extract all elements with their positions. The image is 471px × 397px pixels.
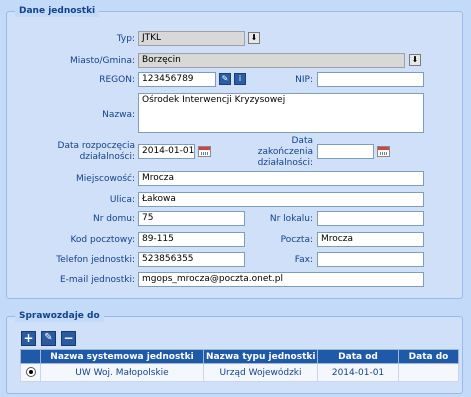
report-to-legend: Sprawozdaje do	[15, 310, 104, 322]
email-input[interactable]: mgops_mrocza@poczta.onet.pl	[138, 272, 424, 287]
nazwa-textarea[interactable]: Ośrodek Interwencji Kryzysowej	[138, 93, 424, 133]
regon-info-icon[interactable]: i	[234, 73, 246, 85]
data-rozp-label: Data rozpoczęcia działalności:	[57, 141, 135, 162]
regon-label: REGON:	[99, 75, 135, 85]
nr-lokalu-label: Nr lokalu:	[269, 214, 313, 224]
ulica-input[interactable]: Łakowa	[138, 192, 424, 207]
fax-input[interactable]	[317, 252, 424, 267]
poczta-label: Poczta:	[280, 235, 313, 245]
report-to-table: Nazwa systemowa jednostki Nazwa typu jed…	[20, 349, 459, 382]
typ-dropdown-icon[interactable]: ⬇	[248, 32, 260, 44]
row-system-name: UW Woj. Małopolskie	[40, 363, 204, 382]
regon-input[interactable]: 123456789	[138, 72, 216, 87]
typ-select[interactable]: JTKL	[138, 31, 245, 46]
miasto-select[interactable]: Borzęcin	[138, 53, 405, 68]
fax-label: Fax:	[294, 255, 313, 265]
kod-input[interactable]: 89-115	[138, 232, 245, 247]
data-zak-label: Data zakończenia działalności:	[257, 136, 313, 168]
column-header-select	[20, 349, 41, 364]
row-date-to	[398, 363, 459, 382]
data-rozp-input[interactable]: 2014-01-01	[138, 144, 195, 159]
miejscowosc-label: Miejscowość:	[76, 174, 135, 184]
nr-domu-input[interactable]: 75	[138, 211, 245, 226]
nr-domu-label: Nr domu:	[92, 214, 135, 224]
column-header-system-name[interactable]: Nazwa systemowa jednostki	[40, 349, 204, 364]
nr-lokalu-input[interactable]	[317, 211, 424, 226]
typ-label: Typ:	[116, 34, 135, 44]
row-radio-button[interactable]	[25, 367, 36, 378]
miasto-dropdown-icon[interactable]: ⬇	[409, 54, 421, 66]
nazwa-label: Nazwa:	[102, 110, 135, 120]
poczta-input[interactable]: Mrocza	[317, 232, 424, 247]
column-header-date-from[interactable]: Data od	[317, 349, 399, 364]
telefon-input[interactable]: 523856355	[138, 252, 245, 267]
edit-button[interactable]: ✎	[41, 331, 56, 346]
miejscowosc-input[interactable]: Mrocza	[138, 171, 424, 186]
data-rozp-calendar-icon[interactable]	[198, 146, 211, 157]
email-label: E-mail jednostki:	[59, 275, 135, 285]
kod-label: Kod pocztowy:	[70, 235, 135, 245]
unit-data-legend: Dane jednostki	[15, 5, 100, 17]
remove-button[interactable]: −	[61, 331, 76, 346]
column-header-date-to[interactable]: Data do	[398, 349, 459, 364]
nip-input[interactable]	[317, 72, 424, 87]
table-row[interactable]: UW Woj. Małopolskie Urząd Wojewódzki 201…	[20, 363, 459, 382]
miasto-label: Miasto/Gmina:	[69, 56, 135, 66]
row-select-cell[interactable]	[20, 363, 41, 382]
row-type-name: Urząd Wojewódzki	[203, 363, 318, 382]
telefon-label: Telefon jednostki:	[56, 255, 135, 265]
ulica-label: Ulica:	[109, 195, 135, 205]
regon-edit-icon[interactable]: ✎	[219, 73, 231, 85]
data-zak-calendar-icon[interactable]	[377, 146, 390, 157]
row-date-from: 2014-01-01	[317, 363, 399, 382]
data-zak-input[interactable]	[317, 144, 374, 159]
nip-label: NIP:	[295, 75, 313, 85]
column-header-type-name[interactable]: Nazwa typu jednostki	[203, 349, 318, 364]
table-header-row: Nazwa systemowa jednostki Nazwa typu jed…	[20, 349, 459, 364]
add-button[interactable]: +	[21, 331, 36, 346]
